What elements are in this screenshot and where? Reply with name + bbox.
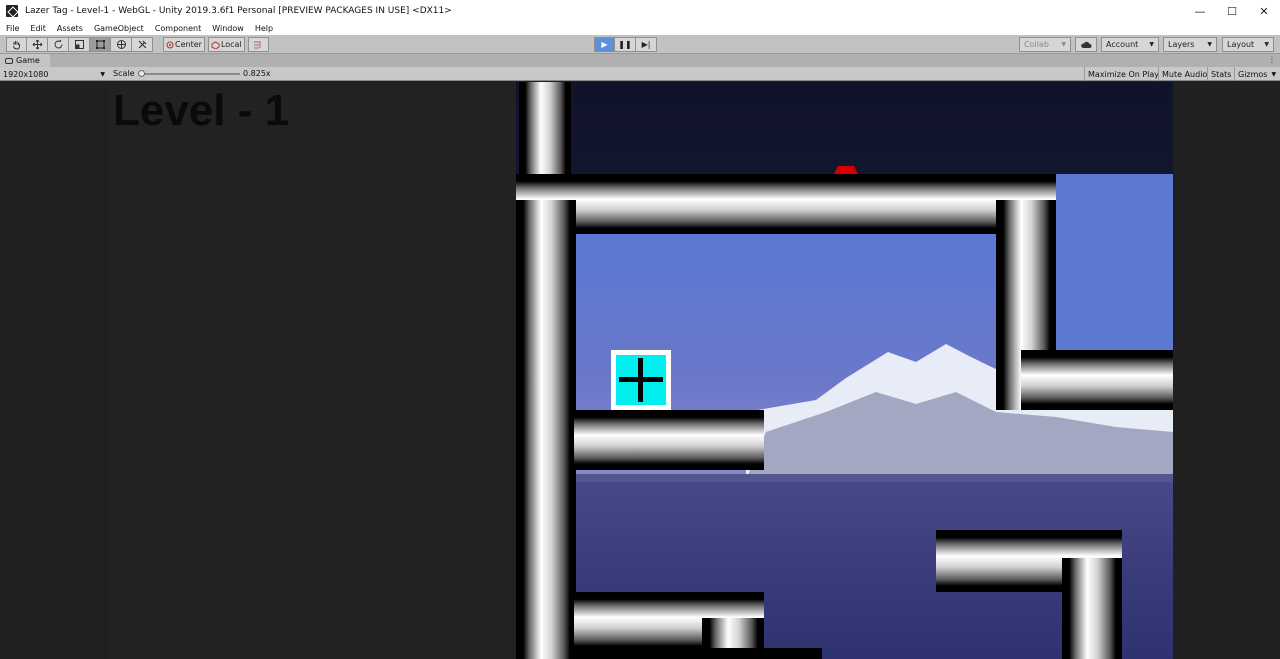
account-label: Account	[1106, 40, 1139, 49]
level-title: Level - 1	[113, 86, 290, 135]
sky-panel	[1054, 174, 1173, 354]
menu-bar: File Edit Assets GameObject Component Wi…	[0, 22, 1280, 35]
chevron-down-icon: ▼	[1149, 41, 1154, 48]
tab-game[interactable]: Game	[0, 54, 50, 67]
menu-gameobject[interactable]: GameObject	[94, 24, 144, 33]
scale-slider-track[interactable]	[140, 73, 240, 75]
player-block	[611, 350, 671, 410]
pivot-center-label: Center	[175, 40, 202, 49]
local-space-icon	[211, 40, 220, 49]
transform-tool-icon[interactable]	[111, 37, 132, 52]
chevron-down-icon: ▼	[1271, 70, 1277, 78]
laser-emitter	[834, 166, 858, 174]
account-dropdown[interactable]: Account ▼	[1101, 37, 1159, 52]
menu-help[interactable]: Help	[255, 24, 273, 33]
pivot-center-toggle[interactable]: Center	[163, 37, 205, 52]
pause-button[interactable]: ❚❚	[615, 37, 636, 52]
step-button[interactable]: ▶|	[636, 37, 657, 52]
move-tool-icon[interactable]	[27, 37, 48, 52]
tab-game-label: Game	[16, 56, 40, 65]
tab-menu-icon[interactable]: ⋮	[1268, 55, 1276, 64]
main-toolbar: Center Local ▶ ❚❚ ▶| Collab ▼ Account ▼ La…	[0, 35, 1280, 54]
gizmos-dropdown[interactable]: Gizmos ▼	[1234, 67, 1279, 81]
game-scene	[516, 82, 1173, 659]
pivot-local-label: Local	[220, 40, 242, 49]
maze-wall	[1062, 558, 1122, 659]
window-title: Lazer Tag - Level-1 - WebGL - Unity 2019…	[25, 6, 452, 16]
pivot-icon	[166, 41, 174, 48]
resolution-label: 1920x1080	[3, 69, 49, 79]
transform-tools	[6, 37, 153, 52]
gizmos-label: Gizmos	[1238, 69, 1268, 79]
collab-dropdown[interactable]: Collab ▼	[1019, 37, 1071, 52]
close-button[interactable]: ✕	[1248, 0, 1280, 22]
menu-file[interactable]: File	[6, 24, 19, 33]
layout-label: Layout	[1227, 40, 1255, 49]
maze-wall	[516, 200, 576, 659]
menu-window[interactable]: Window	[212, 24, 244, 33]
collab-label: Collab	[1024, 40, 1049, 49]
maximize-on-play-toggle[interactable]: Maximize On Play	[1084, 67, 1162, 81]
play-button[interactable]: ▶	[594, 37, 615, 52]
game-control-bar: 1920x1080 ▼ Scale 0.825x Maximize On Pla…	[0, 67, 1280, 81]
chevron-down-icon: ▼	[1264, 41, 1269, 48]
custom-tool-icon[interactable]	[132, 37, 153, 52]
menu-edit[interactable]: Edit	[30, 24, 46, 33]
game-view[interactable]: Level - 1	[0, 82, 1280, 659]
chevron-down-icon: ▼	[1207, 41, 1212, 48]
maze-wall	[574, 648, 822, 659]
maximize-button[interactable]: ☐	[1216, 0, 1248, 22]
menu-component[interactable]: Component	[155, 24, 201, 33]
resolution-dropdown[interactable]: 1920x1080 ▼	[0, 67, 108, 81]
layout-dropdown[interactable]: Layout ▼	[1222, 37, 1274, 52]
chevron-down-icon: ▼	[1061, 41, 1066, 48]
maze-wall	[519, 82, 571, 174]
cloud-icon	[1081, 41, 1092, 48]
playmode-controls: ▶ ❚❚ ▶|	[594, 37, 657, 52]
unity-logo-icon	[6, 5, 18, 17]
game-tab-bar: Game ⋮	[0, 54, 1280, 67]
cloud-button[interactable]	[1075, 37, 1097, 52]
minimize-button[interactable]: —	[1184, 0, 1216, 22]
pivot-local-toggle[interactable]: Local	[207, 37, 245, 52]
right-toolbar: Collab ▼ Account ▼ Layers ▼ Layout ▼	[1019, 37, 1274, 52]
maze-wall	[1021, 350, 1173, 410]
window-controls: — ☐ ✕	[1184, 0, 1280, 22]
game-canvas[interactable]: Level - 1	[108, 82, 1173, 659]
scale-label: Scale	[113, 69, 135, 78]
mute-audio-toggle[interactable]: Mute Audio	[1158, 67, 1210, 81]
layers-label: Layers	[1168, 40, 1195, 49]
menu-assets[interactable]: Assets	[57, 24, 83, 33]
maze-wall	[574, 410, 764, 470]
layers-dropdown[interactable]: Layers ▼	[1163, 37, 1217, 52]
stats-toggle[interactable]: Stats	[1207, 67, 1234, 81]
maze-wall	[516, 174, 1056, 234]
scene-svg	[516, 82, 1173, 659]
scale-value: 0.825x	[243, 69, 271, 78]
pivot-toggles: Center Local	[163, 37, 269, 52]
hand-tool-icon[interactable]	[6, 37, 27, 52]
rotate-tool-icon[interactable]	[48, 37, 69, 52]
chevron-down-icon: ▼	[100, 70, 105, 78]
rect-tool-icon[interactable]	[90, 37, 111, 52]
grid-snap-icon	[254, 41, 261, 49]
shoreline	[574, 474, 1173, 482]
gamepad-icon	[5, 57, 13, 64]
grid-snap-button[interactable]	[247, 37, 269, 52]
scale-tool-icon[interactable]	[69, 37, 90, 52]
scale-slider-thumb[interactable]	[138, 70, 145, 77]
window-title-bar: Lazer Tag - Level-1 - WebGL - Unity 2019…	[0, 0, 1280, 22]
